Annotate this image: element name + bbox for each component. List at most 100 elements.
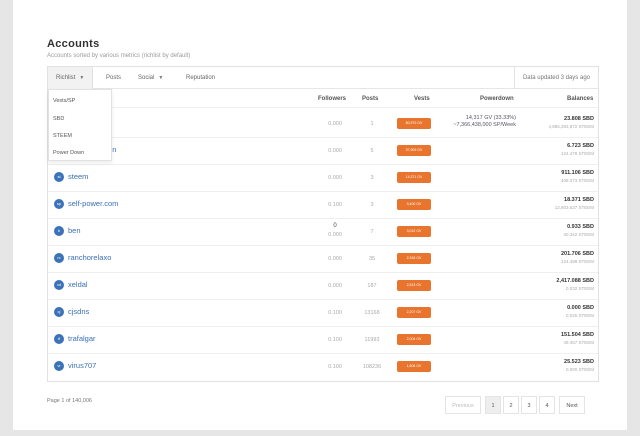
page-subtitle: Accounts sorted by various metrics (rich… — [47, 53, 191, 59]
balance-sbd: 201.706 SBD — [560, 251, 594, 257]
balance-cell: 25.523 SBD 0.000 STEEM — [564, 359, 594, 373]
account-name-link[interactable]: xeldal — [68, 280, 88, 289]
page-container: Accounts Accounts sorted by various metr… — [13, 0, 627, 430]
followers-value: 0.000 — [328, 175, 342, 181]
followers-value: 0.100 — [328, 337, 342, 343]
account-name-link[interactable]: ranchorelaxo — [68, 253, 111, 262]
pager-page-2[interactable]: 2 — [503, 396, 519, 414]
column-followers[interactable]: Followers — [318, 96, 346, 102]
balance-sbd: 18.371 SBD — [564, 197, 594, 203]
balance-cell: 911.106 SBD 408.373 STEEM — [561, 170, 594, 184]
vests-badge: 37,909 GV — [397, 145, 431, 156]
posts-value: 3 — [370, 175, 374, 181]
pager-page-4[interactable]: 4 — [539, 396, 555, 414]
balance-steem: 408.373 STEEM — [560, 178, 594, 183]
chevron-down-icon: ▼ — [79, 75, 85, 81]
account-name-link[interactable]: steem — [68, 172, 88, 181]
posts-value: 7 — [370, 229, 374, 235]
followers-value: 0.000 — [328, 256, 342, 262]
vests-badge: 3,400 GV — [397, 199, 431, 210]
balance-sbd: 151.504 SBD — [560, 332, 594, 338]
posts-value: 1 — [370, 121, 374, 127]
vests-badge: 3,012 GV — [397, 226, 431, 237]
balance-cell: 23.808 SBD 4,885,393,872 STEEM — [548, 116, 594, 130]
balance-cell: 0.933 SBD 30.342 STEEM — [563, 224, 594, 238]
table-row: elegation0.000537,909 GV6.723 SBD124.478… — [48, 138, 598, 165]
dropdown-item-power-down[interactable]: Power Down — [53, 150, 84, 156]
avatar[interactable]: sp — [54, 199, 64, 209]
avatar[interactable]: cj — [54, 307, 64, 317]
vests-badge: 14,371 GV — [397, 172, 431, 183]
vests-badge: 2,207 GV — [397, 307, 431, 318]
column-powerdown[interactable]: Powerdown — [480, 96, 514, 102]
balance-steem: 0.032 STEEM — [565, 286, 594, 291]
balance-cell: 201.706 SBD 124.498 STEEM — [561, 251, 594, 265]
balance-sbd: 0.000 SBD — [567, 305, 594, 311]
avatar[interactable]: vr — [54, 361, 64, 371]
tab-social-label: Social — [138, 75, 155, 81]
balance-sbd: 25.523 SBD — [564, 359, 594, 365]
account-name-link[interactable]: virus707 — [68, 361, 96, 370]
balance-cell: 18.371 SBD 12,803.537 STEEM — [555, 197, 594, 211]
column-posts[interactable]: Posts — [362, 96, 378, 102]
dropdown-item-vests[interactable]: Vests/SP — [53, 98, 75, 104]
chevron-down-icon: ▼ — [158, 75, 164, 81]
balance-sbd: 6.723 SBD — [567, 143, 594, 149]
balance-steem: 30.342 STEEM — [563, 232, 594, 237]
balance-cell: 6.723 SBD 124.478 STEEM — [561, 143, 594, 157]
followers-value: 0.100 — [328, 310, 342, 316]
posts-value: 3 — [370, 202, 374, 208]
account-name-link[interactable]: self-power.com — [68, 199, 118, 208]
tab-richlist[interactable]: Richlist ▼ — [48, 67, 94, 89]
followers-value: 0.100 — [328, 202, 342, 208]
tab-posts-label: Posts — [106, 75, 122, 81]
balance-steem: 0.025 STEEM — [565, 313, 594, 318]
balance-sbd: 2,417.088 SBD — [556, 278, 594, 284]
page-info: Page 1 of 140,006 — [47, 398, 92, 404]
pager-page-1[interactable]: 1 — [485, 396, 501, 414]
dropdown-item-steem[interactable]: STEEM — [53, 133, 72, 139]
vests-badge: 2,004 GV — [397, 334, 431, 345]
account-name-link[interactable]: ben — [68, 226, 81, 235]
avatar[interactable]: rx — [54, 253, 64, 263]
column-vests[interactable]: Vests — [414, 96, 430, 102]
avatar[interactable]: xd — [54, 280, 64, 290]
data-updated-label: Data updated 3 days ago — [513, 67, 598, 89]
column-balances[interactable]: Balances — [567, 96, 593, 102]
balance-steem: 0.000 STEEM — [565, 367, 594, 372]
followers-value: 0.000 — [328, 121, 342, 127]
avatar[interactable]: st — [54, 172, 64, 182]
vests-badge: 80,970 GV — [397, 118, 431, 129]
followers-value: 0.000 — [328, 283, 342, 289]
tab-social[interactable]: Social ▼ — [130, 67, 171, 89]
account-name-link[interactable]: cjsdns — [68, 307, 89, 316]
posts-value: 5 — [370, 148, 374, 154]
followers-value: 0 — [333, 223, 337, 229]
account-name-link[interactable]: trafalgar — [68, 334, 96, 343]
balance-steem: 124.498 STEEM — [560, 259, 594, 264]
table-row: xd xeldal 0.000 187 2,513 GV 2,417.088 SBD 0.0… — [48, 273, 598, 300]
table-row: b ben 0 0.000 7 3,012 GV 0.933 SBD 30.342 STEEM — [48, 219, 598, 246]
avatar[interactable]: b — [54, 226, 64, 236]
tab-reputation[interactable]: Reputation — [178, 67, 223, 89]
tab-posts[interactable]: Posts — [98, 67, 129, 89]
avatar[interactable]: tf — [54, 334, 64, 344]
balance-sbd: 911.106 SBD — [561, 170, 594, 176]
dropdown-item-sbd[interactable]: SBD — [53, 116, 64, 122]
balance-steem: 12,803.537 STEEM — [554, 205, 594, 210]
pager-next[interactable]: Next — [559, 396, 585, 414]
followers-sub-value: 0.000 — [328, 232, 342, 238]
table-row: rx ranchorelaxo 0.000 35 2,918 GV 201.706 SBD… — [48, 246, 598, 273]
accounts-panel: Richlist ▼ Posts Social ▼ Reputation Data … — [47, 66, 599, 382]
pager-previous[interactable]: Previous — [445, 396, 481, 414]
balance-steem: 49.457 STEEM — [563, 340, 594, 345]
vests-badge: 2,513 GV — [397, 280, 431, 291]
followers-value: 0.000 — [328, 148, 342, 154]
powerdown-amount: 14,317 GV (33.33%) — [465, 115, 516, 121]
balance-cell: 2,417.088 SBD 0.032 STEEM — [556, 278, 594, 292]
posts-value: 187 — [367, 283, 377, 289]
vests-badge: 1,806 GV — [397, 361, 431, 372]
balance-steem: 124.478 STEEM — [560, 151, 594, 156]
pager-page-3[interactable]: 3 — [521, 396, 537, 414]
table-row: tf trafalgar 0.100 11993 2,004 GV 151.504 SBD… — [48, 327, 598, 354]
